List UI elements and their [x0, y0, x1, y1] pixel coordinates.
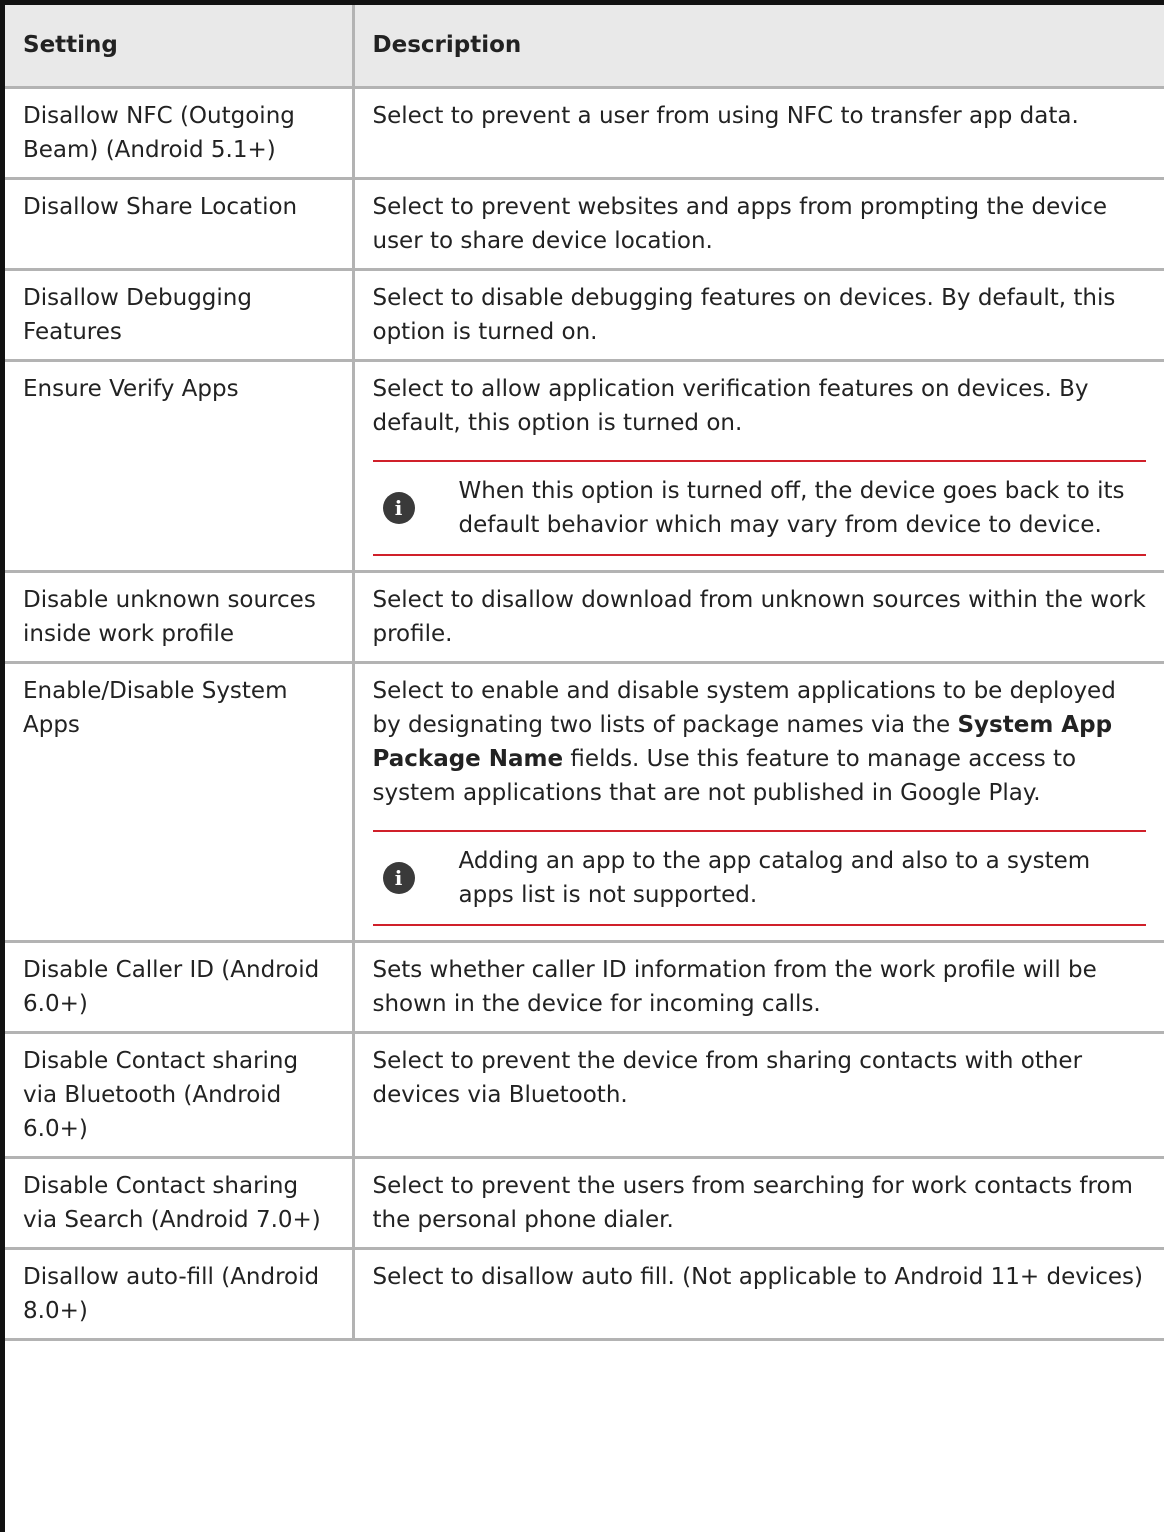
table-row: Disallow auto-fill (Android 8.0+) Select… [5, 1248, 1164, 1341]
description-cell: Sets whether caller ID information from … [353, 941, 1164, 1034]
description-cell: Select to prevent the device from sharin… [353, 1032, 1164, 1159]
table-row: Disable Contact sharing via Search (Andr… [5, 1157, 1164, 1250]
column-header-setting: Setting [5, 5, 355, 89]
setting-cell: Disable unknown sources inside work prof… [5, 571, 355, 664]
table-row: Disable Contact sharing via Bluetooth (A… [5, 1032, 1164, 1159]
setting-cell: Ensure Verify Apps [5, 360, 355, 573]
table-row: Disallow Share Location Select to preven… [5, 178, 1164, 271]
setting-cell: Disallow Share Location [5, 178, 355, 271]
description-text: Select to allow application verification… [372, 375, 1089, 436]
description-text: Select to enable and disable system appl… [373, 674, 1147, 810]
description-cell: Select to prevent the users from searchi… [353, 1157, 1164, 1250]
table-row: Disallow NFC (Outgoing Beam) (Android 5.… [5, 87, 1164, 180]
setting-cell: Disable Contact sharing via Bluetooth (A… [5, 1032, 355, 1159]
table-row: Disable Caller ID (Android 6.0+) Sets wh… [5, 941, 1164, 1034]
description-cell: Select to enable and disable system appl… [353, 662, 1164, 943]
description-cell: Select to disallow auto fill. (Not appli… [353, 1248, 1164, 1341]
description-cell: Select to disable debugging features on … [353, 269, 1164, 362]
note-box: i Adding an app to the app catalog and a… [372, 829, 1146, 926]
setting-cell: Disable Caller ID (Android 6.0+) [5, 941, 355, 1034]
info-icon: i [382, 491, 415, 524]
note-box: i When this option is turned off, the de… [372, 459, 1146, 556]
setting-cell: Disallow NFC (Outgoing Beam) (Android 5.… [5, 87, 355, 180]
setting-cell: Enable/Disable System Apps [5, 662, 355, 943]
setting-cell: Disallow Debugging Features [5, 269, 355, 362]
column-header-description: Description [353, 5, 1164, 89]
table-row: Disallow Debugging Features Select to di… [5, 269, 1164, 362]
setting-cell: Disable Contact sharing via Search (Andr… [5, 1157, 355, 1250]
note-text: When this option is turned off, the devi… [458, 477, 1125, 538]
note-text: Adding an app to the app catalog and als… [458, 847, 1091, 908]
table-row: Disable unknown sources inside work prof… [5, 571, 1164, 664]
table-header-row: Setting Description [5, 5, 1164, 89]
description-cell: Select to prevent websites and apps from… [353, 178, 1164, 271]
settings-table: Setting Description Disallow NFC (Outgoi… [5, 5, 1164, 1341]
description-cell: Select to prevent a user from using NFC … [353, 87, 1164, 180]
description-cell: Select to disallow download from unknown… [353, 571, 1164, 664]
table-row: Ensure Verify Apps Select to allow appli… [5, 360, 1164, 573]
table-row: Enable/Disable System Apps Select to ena… [5, 662, 1164, 943]
setting-cell: Disallow auto-fill (Android 8.0+) [5, 1248, 355, 1341]
description-cell: Select to allow application verification… [353, 360, 1164, 573]
info-icon: i [382, 861, 415, 894]
